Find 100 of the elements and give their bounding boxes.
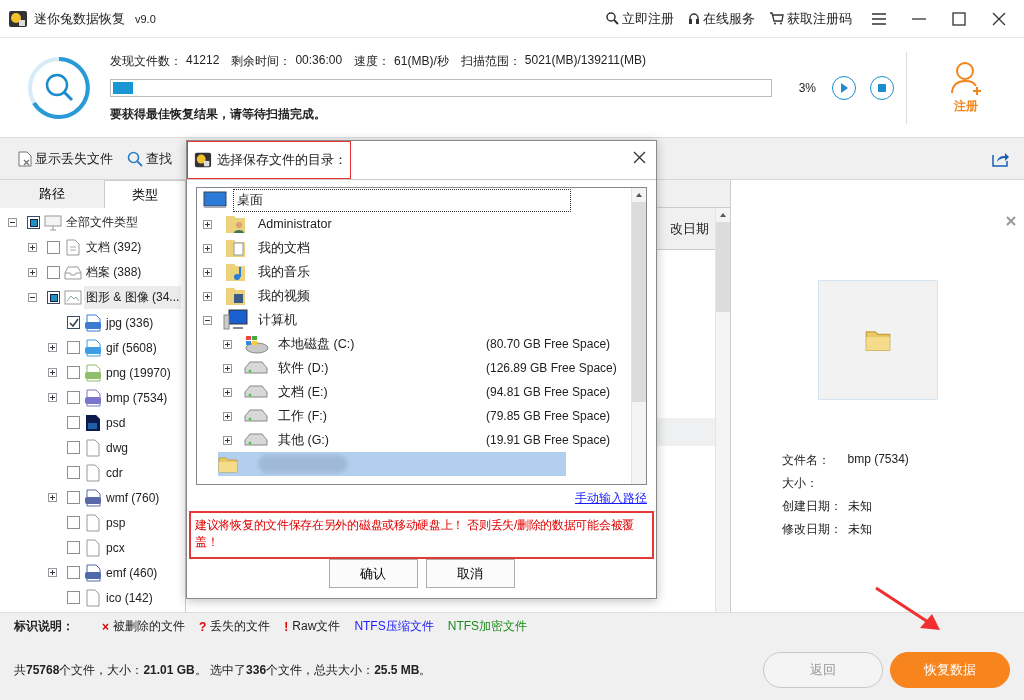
expand-icon[interactable] [223,435,232,445]
menu-icon [871,12,887,25]
tree-item[interactable]: psp [104,512,128,533]
desktop-icon [203,191,227,209]
tree-item[interactable]: 文档 (392) [84,236,144,259]
windows-drive-icon [243,334,269,354]
add-user-icon[interactable] [948,60,983,96]
folder-tree-item[interactable]: 文档 (E:) [274,380,332,404]
dialog-title: 选择保存文件的目录： [217,151,347,169]
collapse-icon[interactable] [28,293,37,302]
expand-icon[interactable] [48,393,57,402]
expand-icon[interactable] [223,339,232,349]
collapse-icon[interactable] [203,315,212,325]
toolbar-button[interactable]: 显示丢失文件 [18,149,113,168]
tree-item[interactable]: wmf (760) [104,487,162,508]
tree-item[interactable]: 全部文件类型 [64,211,140,234]
tree-item[interactable]: jpg (336) [104,312,156,333]
legend-label: Raw文件 [292,618,341,635]
document-icon [66,239,80,256]
stat-label: 扫描范围： [460,52,521,70]
checkbox[interactable] [67,591,80,604]
title-action-button[interactable]: 获取注册码 [765,9,856,28]
checkbox[interactable] [67,516,80,529]
expand-icon[interactable] [203,291,212,301]
tree-item[interactable]: png (19970) [104,362,173,383]
tree-item[interactable]: 图形 & 图像 (34... [84,286,182,309]
checkbox[interactable] [47,241,60,254]
checkbox[interactable] [67,491,80,504]
checkbox[interactable] [67,416,80,429]
drive-icon [243,408,269,424]
cart-icon [769,12,784,25]
stat-label: 剩余时间： [231,52,292,70]
folder-tree-item[interactable]: 桌面 [233,188,571,212]
toolbar-button[interactable]: 查找 [127,149,172,168]
app-title: 迷你兔数据恢复 [34,9,125,28]
folder-tree-item[interactable]: 我的视频 [254,284,314,308]
tree-item[interactable]: cdr [104,462,125,483]
folder-tree-item[interactable]: 工作 (F:) [274,404,331,428]
expand-icon[interactable] [48,493,57,502]
checkbox[interactable] [67,341,80,354]
tree-item[interactable]: bmp (7534) [104,387,170,408]
tree-item[interactable]: emf (460) [104,562,160,583]
folder-tree-item[interactable]: Administrator [254,214,336,234]
expand-icon[interactable] [28,268,37,277]
user-folder-icon [225,213,247,235]
expand-icon[interactable] [48,368,57,377]
blank-file-icon [86,588,100,607]
info-label: 大小： [781,475,819,492]
expand-icon[interactable] [223,363,232,373]
tree-item[interactable]: 档案 (388) [84,261,144,284]
image-icon [64,290,82,305]
folder-tree-item[interactable]: 本地磁盘 (C:) [274,332,359,356]
stop-icon [878,83,886,92]
expand-icon[interactable] [48,343,57,352]
title-action-button[interactable]: 在线服务 [684,9,759,28]
folder-tree-item[interactable]: 软件 (D:) [274,356,333,380]
tree-item[interactable]: dwg [104,437,130,458]
checkbox[interactable] [67,366,80,379]
dialog-button[interactable]: 取消 [425,559,515,588]
app-logo-icon [8,8,28,29]
stat-value: 00:36:00 [295,52,343,69]
manual-path-link[interactable]: 手动输入路径 [575,489,647,507]
folder-tree-item[interactable]: 其他 (G:) [274,428,333,452]
panel-tab[interactable]: 类型 [104,180,185,208]
scrollbar[interactable] [631,188,646,484]
checkbox[interactable] [67,391,80,404]
column-header[interactable]: 改日期 [670,219,709,238]
title-action-button[interactable]: 立即注册 [602,9,678,28]
tree-item[interactable]: gif (5608) [104,337,159,358]
scroll-thumb[interactable] [716,222,730,312]
scroll-thumb[interactable] [632,202,646,402]
checkbox[interactable] [67,541,80,554]
checkbox[interactable] [67,566,80,579]
stop-button[interactable] [870,75,894,100]
checkbox[interactable] [47,266,60,279]
expand-icon[interactable] [48,568,57,577]
tree-item[interactable]: pcx [104,537,127,558]
document-folder-icon [225,237,247,259]
expand-icon[interactable] [203,267,212,277]
expand-icon[interactable] [28,243,37,252]
stat-value: 41212 [186,52,220,69]
folder-tree-item[interactable]: 计算机 [254,308,301,332]
folder-tree-item[interactable]: 我的文档 [254,236,314,260]
tree-item[interactable]: ico (142) [104,587,155,608]
scrollbar[interactable] [715,208,730,612]
stat-value: 61(MB)/秒 [394,52,449,70]
expand-icon[interactable] [203,243,212,253]
collapse-icon[interactable] [8,218,17,227]
expand-icon[interactable] [223,411,232,421]
expand-icon[interactable] [223,387,232,397]
checkbox[interactable] [67,466,80,479]
video-folder-icon [225,285,247,307]
checkbox[interactable] [67,316,80,329]
dialog-button[interactable]: 确认 [328,559,418,588]
share-icon[interactable] [992,150,1010,167]
checkbox[interactable] [67,441,80,454]
play-button[interactable] [832,75,856,100]
expand-icon[interactable] [203,219,212,229]
tree-item[interactable]: psd [104,412,128,433]
folder-tree-item[interactable]: 我的音乐 [254,260,314,284]
